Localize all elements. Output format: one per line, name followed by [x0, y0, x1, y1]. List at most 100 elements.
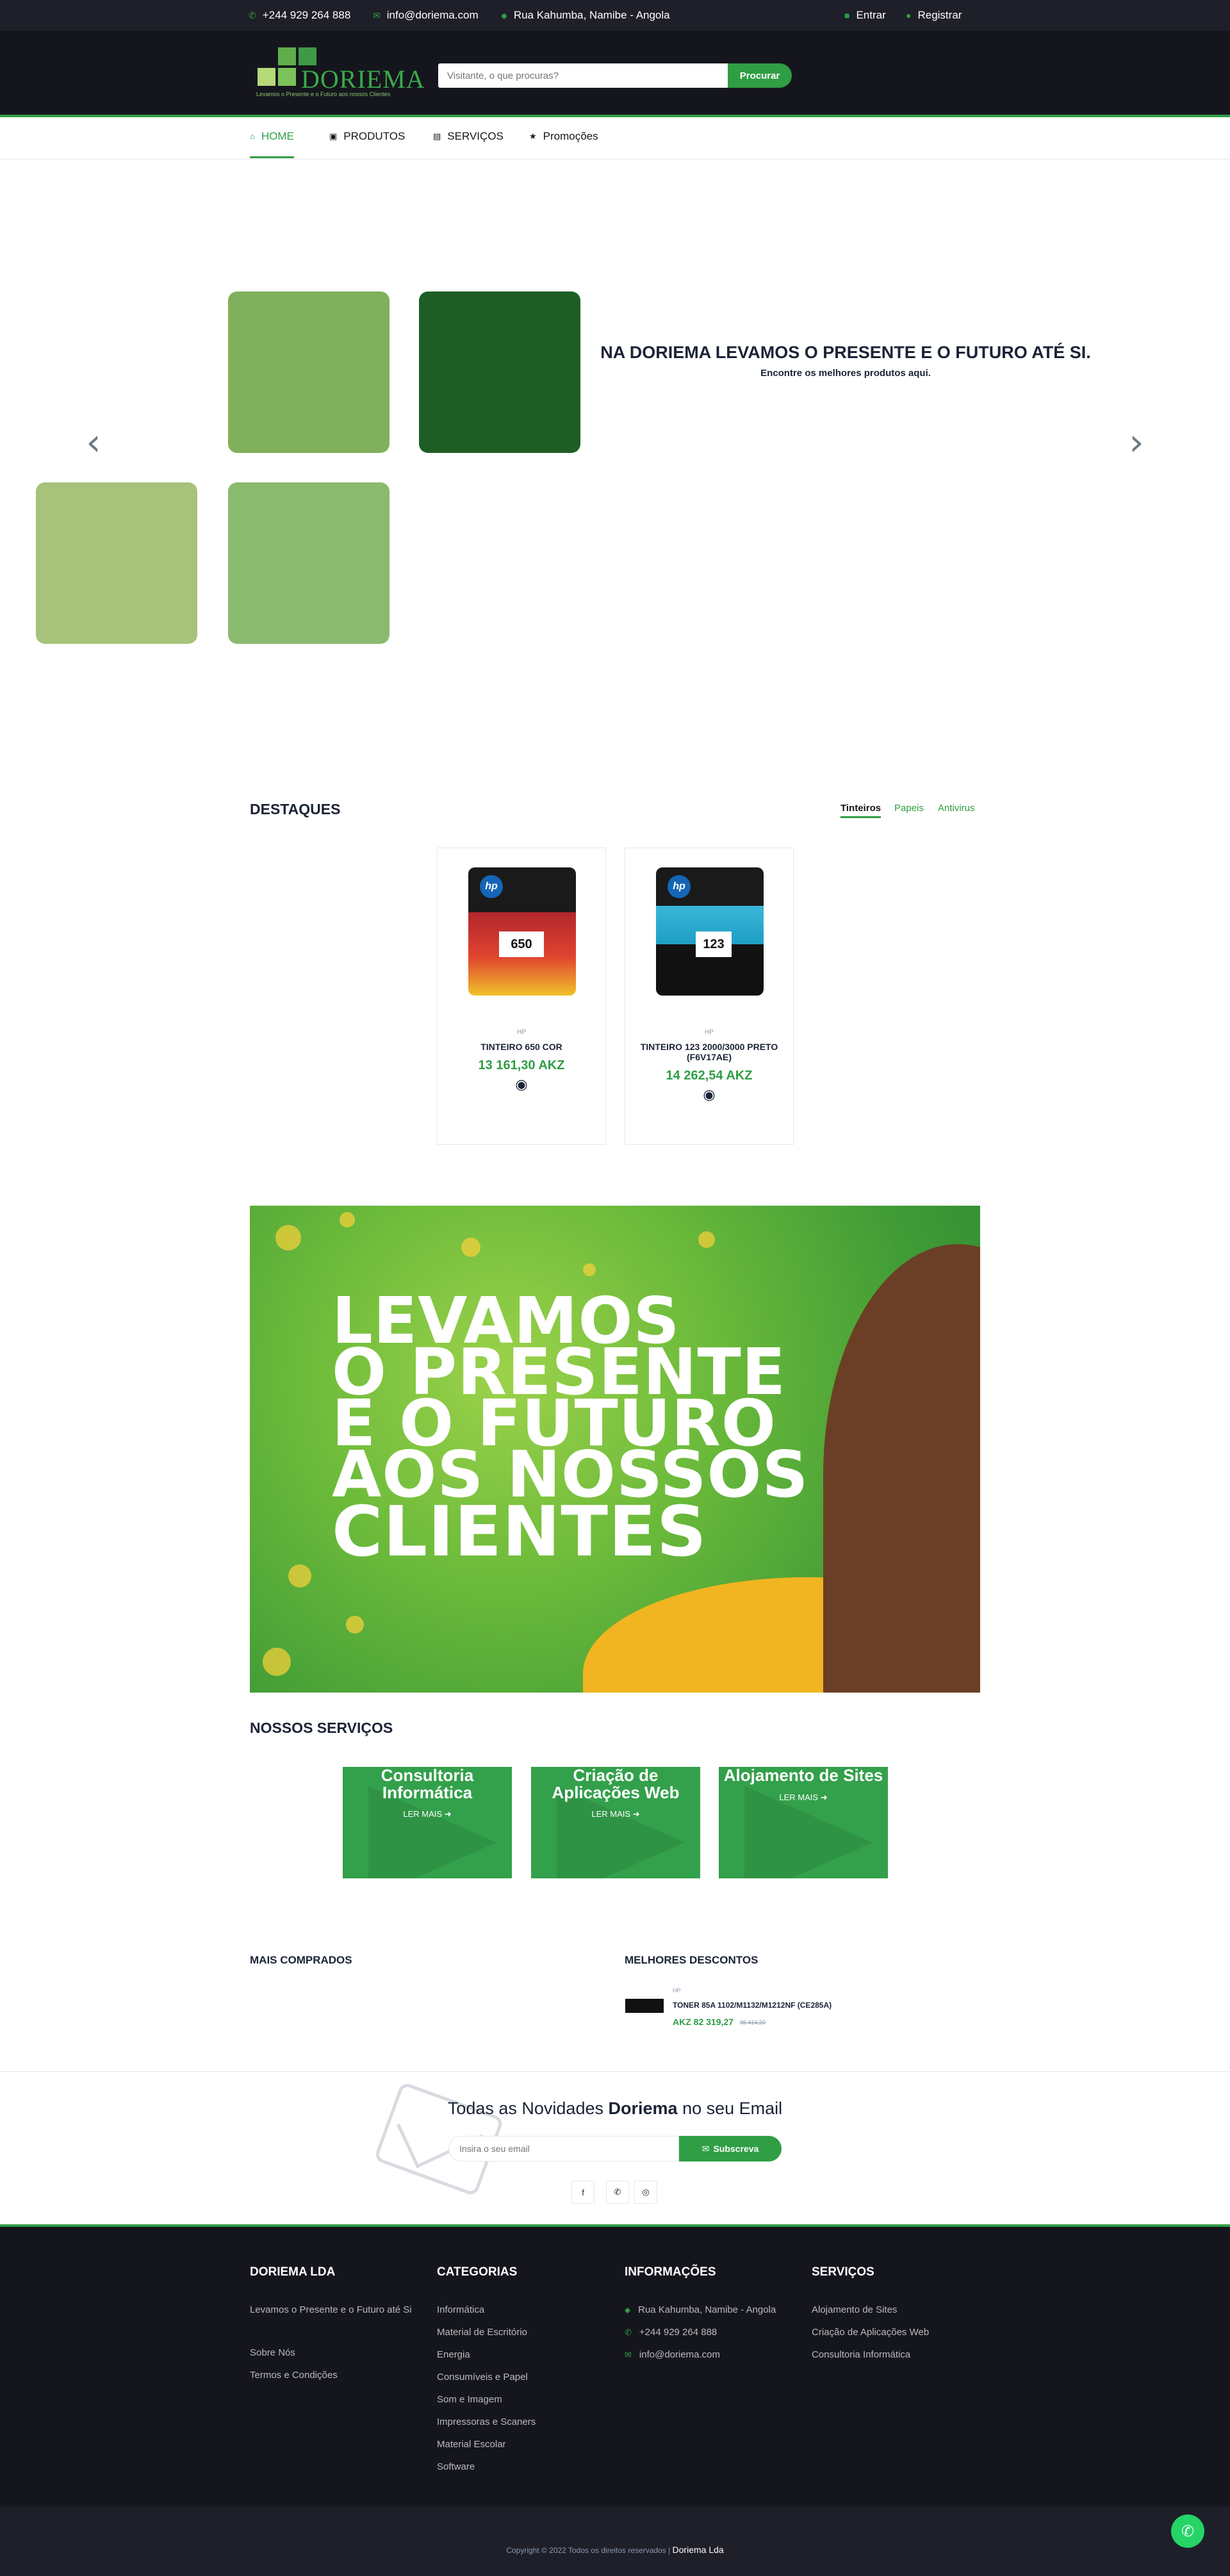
product-brand: HP	[517, 1029, 526, 1036]
footer-heading: DORIEMA LDA	[250, 2265, 336, 2279]
topbar-address-text: Rua Kahumba, Namibe - Angola	[513, 9, 670, 21]
tab-antivirus[interactable]: Antivirus	[938, 803, 975, 814]
register-link[interactable]: ● Registrar	[906, 9, 962, 22]
hero-title: NA DORIEMA LEVAMOS O PRESENTE E O FUTURO…	[600, 343, 1091, 362]
service-card[interactable]: Criação de Aplicações Web LER MAIS ➜	[531, 1767, 700, 1878]
nav-item-label: HOME	[261, 130, 294, 142]
read-more-link[interactable]: LER MAIS ➜	[719, 1793, 888, 1803]
nav-item-produtos[interactable]: ▣ PRODUTOS	[329, 130, 405, 158]
map-marker-icon: ⬥	[625, 2305, 631, 2315]
chevron-right-icon[interactable]: ›	[1124, 423, 1149, 461]
product-card[interactable]: hp 123 HP TINTEIRO 123 2000/3000 PRETO (…	[625, 848, 794, 1145]
product-image: hp 123	[656, 867, 764, 996]
footer-link[interactable]: Termos e Condições	[250, 2364, 412, 2386]
footer-link[interactable]: Sobre Nós	[250, 2342, 412, 2364]
logo-square	[278, 68, 296, 86]
search-button[interactable]: Procurar	[728, 63, 792, 88]
bokeh-dot	[346, 1616, 364, 1634]
product-name[interactable]: TINTEIRO 123 2000/3000 PRETO (F6V17AE)	[625, 1042, 793, 1062]
footer-link[interactable]: Consultoria Informática	[812, 2343, 929, 2366]
facebook-icon[interactable]: f	[571, 2181, 594, 2204]
promo-banner: LEVAMOS O PRESENTE E O FUTURO AOS NOSSOS…	[250, 1206, 980, 1693]
service-card[interactable]: Alojamento de Sites LER MAIS ➜	[719, 1767, 888, 1878]
read-more-link[interactable]: LER MAIS ➜	[343, 1809, 512, 1819]
login-link[interactable]: ■ Entrar	[844, 9, 886, 22]
search-input[interactable]	[438, 63, 728, 88]
tab-tinteiros[interactable]: Tinteiros	[840, 803, 882, 818]
hero-tile	[36, 482, 197, 644]
newsletter-title-after: no seu Email	[682, 2099, 783, 2118]
product-card[interactable]: hp 650 HP TINTEIRO 650 COR 13 161,30 AKZ…	[437, 848, 606, 1145]
arrow-circle-icon: ➜	[632, 1809, 640, 1819]
footer-link[interactable]: Software	[437, 2456, 536, 2478]
footer-link[interactable]: Consumíveis e Papel	[437, 2366, 536, 2388]
read-more-label: LER MAIS	[403, 1809, 443, 1819]
footer-phone[interactable]: ✆ +244 929 264 888	[625, 2321, 776, 2343]
cubes-icon: ▣	[329, 131, 338, 141]
bokeh-dot	[263, 1648, 291, 1676]
discount-product-old-price: 95 414,20	[740, 2019, 766, 2026]
read-more-label: LER MAIS	[591, 1809, 631, 1819]
newsletter-email-input[interactable]	[448, 2136, 679, 2162]
star-icon: ★	[529, 131, 537, 141]
copyright-text: Copyright © 2022 Todos os direitos reser…	[506, 2546, 671, 2555]
list-icon: ▤	[433, 131, 441, 141]
hero-tile	[419, 291, 580, 453]
logo-square	[299, 47, 316, 65]
instagram-icon[interactable]: ◎	[634, 2181, 657, 2204]
map-marker-icon: ⬥	[501, 10, 507, 21]
footer-link[interactable]: Criação de Aplicações Web	[812, 2321, 929, 2343]
bokeh-dot	[275, 1225, 301, 1251]
newsletter-section: Todas as Novidades Doriema no seu Email …	[0, 2071, 1230, 2225]
footer-link[interactable]: Material de Escritório	[437, 2321, 536, 2343]
nav-item-label: PRODUTOS	[343, 130, 406, 142]
mais-comprados-title: MAIS COMPRADOS	[250, 1954, 352, 1966]
newsletter-title-brand: Doriema	[608, 2099, 678, 2118]
footer-heading: INFORMAÇÕES	[625, 2265, 716, 2279]
discount-product-image[interactable]	[625, 1999, 664, 2013]
product-brand: HP	[705, 1029, 714, 1036]
footer-link[interactable]: Material Escolar	[437, 2433, 536, 2456]
eye-icon[interactable]: ◉	[625, 1087, 793, 1103]
footer-heading: SERVIÇOS	[812, 2265, 874, 2279]
footer-col-categorias: CATEGORIAS Informática Material de Escri…	[437, 2265, 536, 2478]
logo[interactable]: DORIEMA Levamos o Presente e o Futuro ao…	[255, 45, 425, 103]
footer-email-text: info@doriema.com	[639, 2349, 721, 2360]
nav-item-servicos[interactable]: ▤ SERVIÇOS	[433, 130, 504, 158]
logo-wordmark: DORIEMA	[301, 65, 425, 94]
footer-link[interactable]: Som e Imagem	[437, 2388, 536, 2411]
chevron-left-icon[interactable]: ‹	[81, 423, 106, 461]
envelope-icon: ✉	[625, 2350, 632, 2359]
whatsapp-icon[interactable]: ✆	[606, 2181, 629, 2204]
eye-icon[interactable]: ◉	[438, 1076, 605, 1093]
topbar-address[interactable]: ⬥ Rua Kahumba, Namibe - Angola	[501, 9, 670, 22]
tab-papeis[interactable]: Papeis	[894, 803, 924, 814]
whatsapp-float-icon[interactable]: ✆	[1171, 2514, 1204, 2548]
nav-item-promocoes[interactable]: ★ Promoções	[529, 130, 598, 158]
nav-item-home[interactable]: ⌂ HOME	[250, 130, 294, 158]
hero-subtitle: Encontre os melhores produtos aqui.	[760, 368, 931, 379]
footer-email[interactable]: ✉ info@doriema.com	[625, 2343, 776, 2366]
register-label: Registrar	[917, 9, 962, 21]
footer-link[interactable]: Informática	[437, 2299, 536, 2321]
footer-link[interactable]: Energia	[437, 2343, 536, 2366]
discount-product-name[interactable]: TONER 85A 1102/M1132/M1212NF (CE285A)	[673, 2001, 832, 2010]
footer-link[interactable]: Impressoras e Scaners	[437, 2411, 536, 2433]
lock-icon: ■	[844, 10, 850, 21]
topbar-phone[interactable]: ✆ +244 929 264 888	[249, 9, 350, 22]
topbar-phone-text: +244 929 264 888	[262, 9, 351, 21]
topbar-email[interactable]: ✉ info@doriema.com	[373, 9, 479, 22]
box-label: 123	[696, 931, 732, 957]
footer-link[interactable]: Alojamento de Sites	[812, 2299, 929, 2321]
copyright-brand[interactable]: Doriema Lda	[673, 2545, 724, 2555]
copyright: Copyright © 2022 Todos os direitos reser…	[0, 2545, 1230, 2555]
product-name[interactable]: TINTEIRO 650 COR	[438, 1042, 605, 1052]
read-more-link[interactable]: LER MAIS ➜	[531, 1809, 700, 1819]
footer-heading: CATEGORIAS	[437, 2265, 518, 2279]
banner-headline: LEVAMOS O PRESENTE E O FUTURO AOS NOSSOS…	[332, 1289, 809, 1567]
footer-address[interactable]: ⬥ Rua Kahumba, Namibe - Angola	[625, 2299, 776, 2321]
service-card[interactable]: Consultoria Informática LER MAIS ➜	[343, 1767, 512, 1878]
servicos-title: NOSSOS SERVIÇOS	[250, 1719, 393, 1736]
subscribe-button[interactable]: ✉ Subscreva	[679, 2136, 782, 2162]
phone-icon: ✆	[625, 2327, 632, 2337]
